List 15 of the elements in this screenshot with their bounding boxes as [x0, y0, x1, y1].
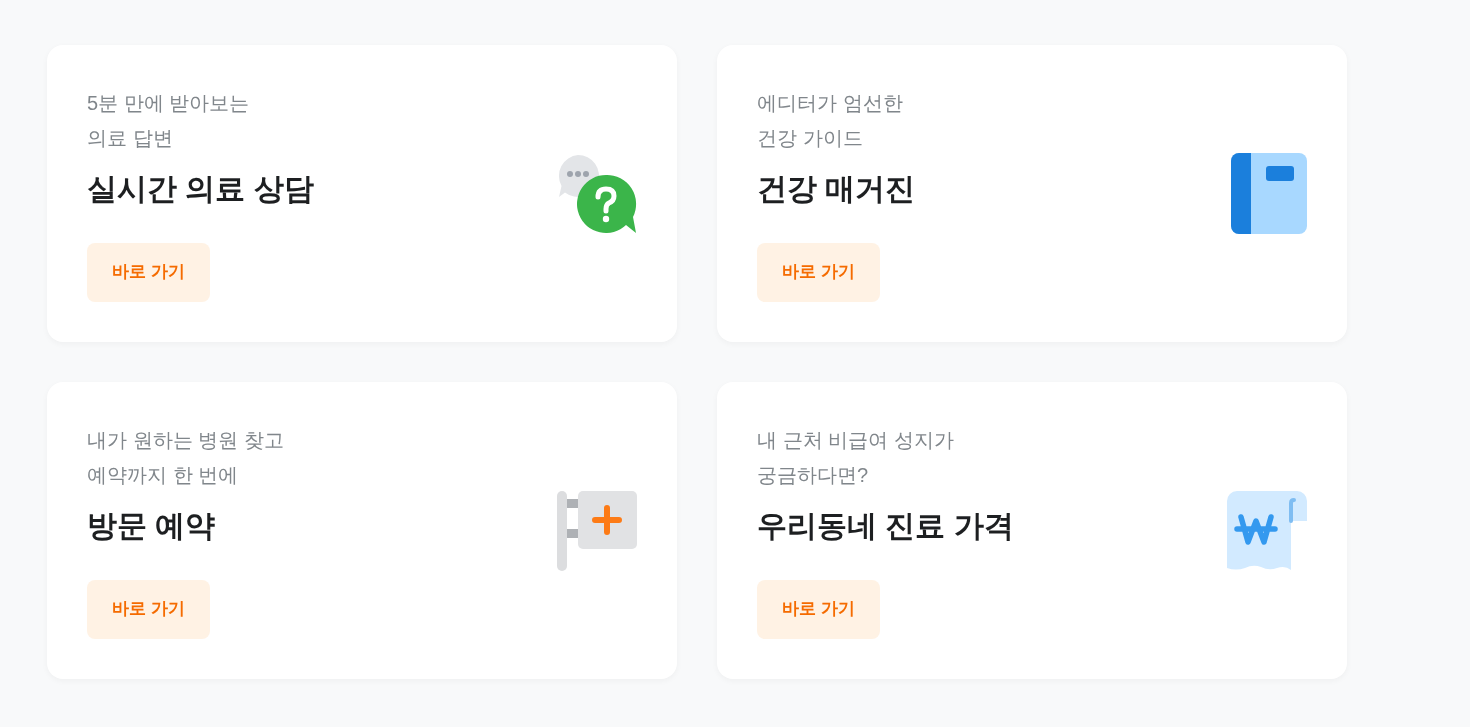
card-subtitle: 에디터가 엄선한 건강 가이드 — [757, 90, 904, 151]
notebook-icon — [1231, 153, 1307, 234]
won-receipt-icon — [1227, 490, 1307, 571]
card-subtitle: 내 근처 비급여 성지가 궁금하다면? — [757, 427, 955, 488]
go-button[interactable]: 바로 가기 — [87, 579, 210, 639]
hospital-sign-icon — [557, 490, 637, 571]
card-title: 우리동네 진료 가격 — [757, 507, 1014, 544]
go-button[interactable]: 바로 가기 — [757, 579, 880, 639]
card-subtitle: 내가 원하는 병원 찾고 예약까지 한 번에 — [87, 427, 284, 488]
card-title: 실시간 의료 상담 — [87, 170, 314, 207]
card-title: 건강 매거진 — [757, 170, 916, 207]
go-button[interactable]: 바로 가기 — [757, 242, 880, 302]
card-subtitle: 5분 만에 받아보는 의료 답변 — [87, 90, 251, 151]
go-button[interactable]: 바로 가기 — [87, 242, 210, 302]
card-title: 방문 예약 — [87, 507, 217, 544]
